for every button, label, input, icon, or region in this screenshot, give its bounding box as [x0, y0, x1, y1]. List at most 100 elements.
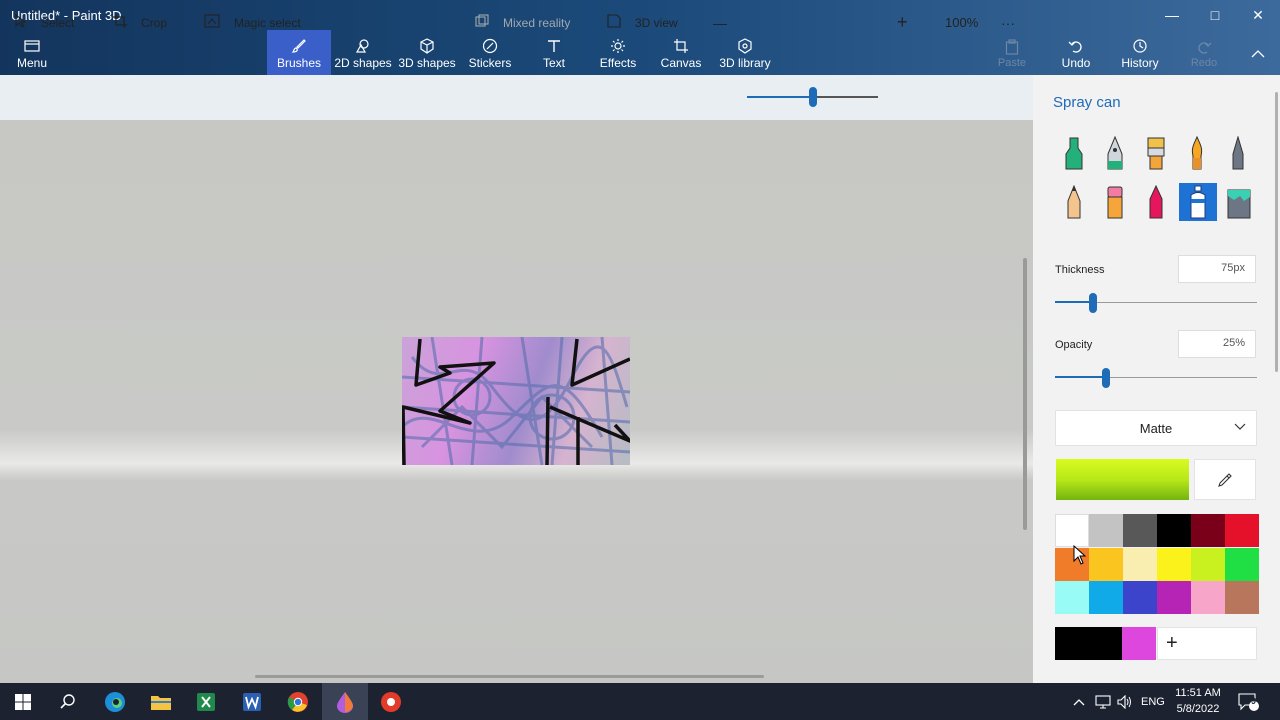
search-button[interactable]	[45, 683, 91, 720]
tab-3d-shapes[interactable]: 3D shapes	[397, 30, 457, 75]
brush-pixel-pen[interactable]	[1219, 134, 1257, 172]
color-swatch[interactable]	[1123, 581, 1157, 614]
tab-2d-shapes[interactable]: 2D shapes	[333, 30, 393, 75]
color-swatch[interactable]	[1123, 547, 1157, 581]
magic-select-icon	[204, 14, 220, 31]
calligraphy-pen-icon	[1107, 136, 1123, 170]
redo-button[interactable]: Redo	[1186, 30, 1222, 75]
3d-view-label: 3D view	[635, 15, 678, 30]
mixed-reality-button[interactable]: Mixed reality	[475, 0, 570, 45]
color-swatch[interactable]	[1123, 514, 1157, 547]
start-button[interactable]	[0, 683, 46, 720]
vertical-scrollbar[interactable]	[1023, 258, 1027, 530]
taskbar-chrome[interactable]	[275, 683, 321, 720]
clock-date: 5/8/2022	[1176, 703, 1220, 715]
drawing-canvas[interactable]	[402, 337, 630, 465]
chevron-up-icon	[1073, 698, 1085, 705]
color-swatch[interactable]	[1191, 547, 1225, 581]
material-dropdown[interactable]: Matte	[1055, 410, 1257, 446]
current-color-swatch[interactable]	[1056, 459, 1189, 500]
zoom-in-button[interactable]: +	[897, 0, 908, 45]
fill-icon	[1227, 189, 1251, 219]
thickness-input[interactable]: 75px	[1178, 255, 1256, 283]
add-color-button[interactable]: +	[1157, 627, 1257, 660]
eyedropper-button[interactable]	[1194, 459, 1256, 500]
zoom-out-button[interactable]: —	[713, 0, 727, 45]
undo-label: Undo	[1061, 55, 1091, 70]
taskbar-excel[interactable]	[183, 683, 229, 720]
color-swatch[interactable]	[1225, 547, 1259, 581]
brush-fill[interactable]	[1220, 183, 1258, 221]
more-options-button[interactable]: ···	[1001, 0, 1015, 45]
color-swatch[interactable]	[1191, 514, 1225, 547]
language-indicator[interactable]: ENG	[1141, 683, 1165, 720]
magic-select-button[interactable]: Magic select	[204, 0, 301, 45]
brush-spray-can[interactable]	[1179, 183, 1217, 221]
color-swatch[interactable]	[1225, 581, 1259, 614]
brush-crayon[interactable]	[1137, 183, 1175, 221]
color-swatch[interactable]	[1225, 514, 1259, 547]
3d-shapes-icon	[419, 36, 435, 56]
zoom-slider-fill	[747, 96, 813, 98]
panel-scrollbar[interactable]	[1275, 92, 1278, 372]
color-swatch[interactable]	[1089, 581, 1123, 614]
opacity-slider-thumb[interactable]	[1102, 368, 1110, 388]
maximize-button[interactable]: □	[1193, 0, 1237, 30]
color-swatch[interactable]	[1157, 581, 1191, 614]
2d-shapes-icon	[355, 36, 371, 56]
network-status[interactable]	[1095, 683, 1111, 720]
brush-calligraphy-pen[interactable]	[1096, 134, 1134, 172]
volume-control[interactable]	[1117, 683, 1133, 720]
opacity-input[interactable]: 25%	[1178, 330, 1256, 358]
3d-library-icon	[737, 36, 753, 56]
color-swatch[interactable]	[1055, 581, 1089, 614]
pencil-icon	[1067, 185, 1081, 219]
brush-eraser[interactable]	[1096, 183, 1134, 221]
tab-stickers-label: Stickers	[468, 55, 512, 70]
taskbar-word[interactable]	[229, 683, 275, 720]
notification-center[interactable]: 9	[1238, 683, 1260, 720]
watercolor-icon	[1191, 136, 1203, 170]
brush-pencil[interactable]	[1055, 183, 1093, 221]
color-swatch[interactable]	[1157, 547, 1191, 581]
tab-3d-shapes-label: 3D shapes	[398, 55, 456, 70]
taskbar-recorder[interactable]	[368, 683, 414, 720]
taskbar-paint-3d[interactable]	[322, 683, 368, 720]
material-value: Matte	[1139, 420, 1173, 436]
taskbar-edge[interactable]	[92, 683, 138, 720]
zoom-slider-thumb[interactable]	[809, 87, 817, 107]
collapse-ribbon-button[interactable]	[1236, 36, 1280, 72]
pixel-pen-icon	[1232, 136, 1244, 170]
color-swatch[interactable]	[1089, 547, 1123, 581]
tab-canvas-label: Canvas	[660, 55, 702, 70]
color-swatch[interactable]	[1089, 514, 1123, 547]
color-swatch[interactable]	[1191, 581, 1225, 614]
history-button[interactable]: History	[1119, 30, 1161, 75]
brush-watercolor[interactable]	[1178, 134, 1216, 172]
zoom-percentage[interactable]: 100%	[945, 0, 978, 45]
taskbar-file-explorer[interactable]	[138, 683, 184, 720]
horizontal-scrollbar[interactable]	[255, 675, 764, 678]
paste-label: Paste	[997, 56, 1027, 69]
close-button[interactable]: ✕	[1236, 0, 1280, 30]
undo-button[interactable]: Undo	[1058, 30, 1094, 75]
select-button[interactable]: Select	[15, 0, 74, 45]
opacity-label: Opacity	[1055, 339, 1093, 351]
color-swatch[interactable]	[1055, 514, 1089, 547]
brush-oil[interactable]	[1137, 134, 1175, 172]
crop-button[interactable]: Crop	[113, 0, 167, 45]
speaker-icon	[1117, 694, 1131, 709]
color-swatch[interactable]	[1157, 514, 1191, 547]
marker-icon	[1065, 137, 1083, 170]
brush-marker[interactable]	[1055, 134, 1093, 172]
minimize-button[interactable]: —	[1150, 0, 1194, 30]
thickness-slider-fill	[1055, 301, 1093, 303]
windows-logo-icon	[15, 693, 31, 710]
taskbar-clock[interactable]: 11:51 AM 5/8/2022	[1172, 685, 1224, 717]
redo-icon	[1196, 37, 1212, 57]
custom-color-swatch[interactable]	[1055, 627, 1122, 660]
thickness-slider-thumb[interactable]	[1089, 293, 1097, 313]
show-hidden-icons[interactable]	[1073, 683, 1085, 720]
custom-color-swatch[interactable]	[1122, 627, 1156, 660]
3d-view-button[interactable]: 3D view	[607, 0, 678, 45]
